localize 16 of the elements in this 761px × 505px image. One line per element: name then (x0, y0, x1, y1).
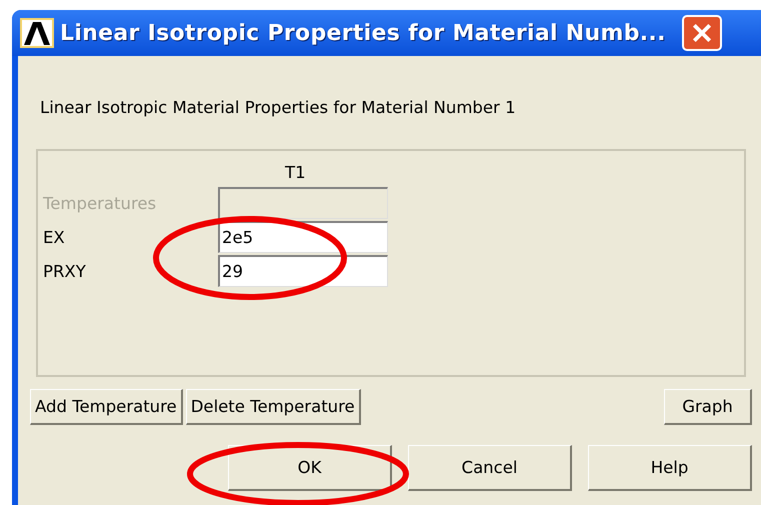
value-field[interactable]: 2e5 (218, 221, 388, 253)
logo-icon (20, 18, 54, 48)
temperature-button[interactable]: Add Temperature (30, 389, 183, 425)
dialog-button[interactable]: Help (588, 445, 752, 491)
window-title: Linear Isotropic Properties for Material Numb... (60, 20, 666, 46)
property-label: Temperatures (43, 194, 158, 212)
dialog-heading: Linear Isotropic Material Properties for Material Number 1 (40, 98, 517, 117)
property-label: PRXY (43, 262, 87, 280)
property-label: EX (43, 228, 66, 246)
value-field[interactable]: 29 (218, 255, 388, 287)
close-icon (690, 22, 713, 44)
column-header: T1 (285, 163, 307, 182)
dialog-button[interactable]: Cancel (408, 445, 572, 491)
close-button[interactable] (682, 15, 722, 51)
graph-button[interactable]: Graph (664, 389, 752, 425)
temperature-button[interactable]: Delete Temperature (186, 389, 361, 425)
